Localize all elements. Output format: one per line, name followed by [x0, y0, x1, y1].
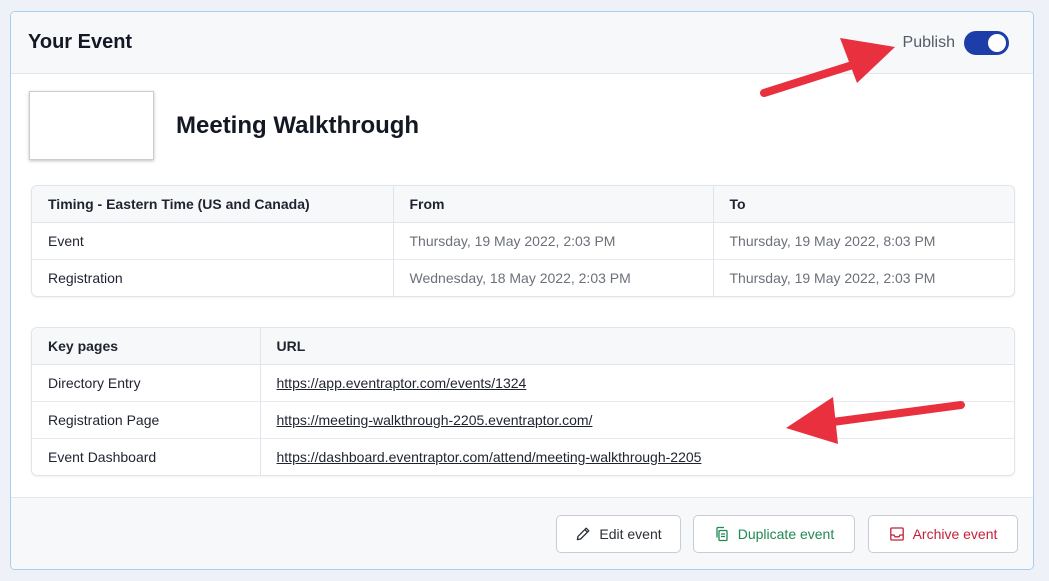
- card-title: Your Event: [28, 31, 133, 53]
- timing-col-header: Timing - Eastern Time (US and Canada): [32, 186, 393, 223]
- timing-header-row: Timing - Eastern Time (US and Canada) Fr…: [32, 186, 1014, 223]
- key-page-url-cell: https://dashboard.eventraptor.com/attend…: [259, 437, 1014, 475]
- event-thumbnail[interactable]: [29, 91, 154, 160]
- publish-control: Publish: [902, 30, 1009, 55]
- to-col-header: To: [712, 186, 1014, 223]
- timing-from-value: Thursday, 19 May 2022, 2:03 PM: [392, 222, 713, 259]
- pencil-icon: [575, 526, 591, 542]
- key-pages-header-row: Key pages URL: [32, 328, 1014, 365]
- edit-event-label: Edit event: [599, 526, 662, 542]
- timing-table: Timing - Eastern Time (US and Canada) Fr…: [31, 185, 1015, 297]
- archive-event-label: Archive event: [912, 526, 998, 542]
- timing-to-value: Thursday, 19 May 2022, 2:03 PM: [712, 258, 1014, 296]
- directory-entry-link[interactable]: https://app.eventraptor.com/events/1324: [277, 375, 527, 391]
- timing-from-value: Wednesday, 18 May 2022, 2:03 PM: [392, 258, 713, 296]
- timing-to-value: Thursday, 19 May 2022, 8:03 PM: [712, 222, 1014, 259]
- table-row: Directory Entry https://app.eventraptor.…: [32, 364, 1014, 401]
- registration-page-link[interactable]: https://meeting-walkthrough-2205.eventra…: [277, 412, 593, 428]
- publish-label: Publish: [902, 33, 955, 51]
- key-page-label: Registration Page: [32, 400, 260, 438]
- card-footer: Edit event Duplicate event Archive event: [11, 497, 1033, 569]
- timing-row-label: Event: [48, 232, 84, 249]
- archive-icon: [889, 526, 905, 542]
- table-row: Event Dashboard https://dashboard.eventr…: [32, 437, 1014, 475]
- key-page-url-cell: https://app.eventraptor.com/events/1324: [259, 364, 1014, 401]
- duplicate-event-label: Duplicate event: [737, 526, 835, 542]
- event-heading: Meeting Walkthrough: [29, 91, 419, 160]
- key-page-label: Directory Entry: [48, 374, 141, 391]
- table-row: Registration Wednesday, 18 May 2022, 2:0…: [32, 258, 1014, 296]
- card-header: Your Event Publish: [11, 12, 1033, 74]
- publish-toggle[interactable]: [964, 30, 1009, 55]
- archive-event-button[interactable]: Archive event: [868, 515, 1018, 553]
- url-col-header: URL: [259, 328, 1014, 365]
- table-row: Registration Page https://meeting-walkth…: [32, 400, 1014, 438]
- event-card: Your Event Publish Meeting Walkthrough T…: [10, 11, 1034, 570]
- key-page-label: Event Dashboard: [32, 437, 260, 475]
- duplicate-event-button[interactable]: Duplicate event: [693, 515, 855, 553]
- from-col-header: From: [392, 186, 713, 223]
- timing-row-label: Registration: [32, 258, 393, 296]
- table-row: Event Thursday, 19 May 2022, 2:03 PM Thu…: [32, 222, 1014, 259]
- toggle-knob: [988, 33, 1006, 52]
- key-pages-col-header: Key pages: [32, 328, 260, 365]
- event-dashboard-link[interactable]: https://dashboard.eventraptor.com/attend…: [277, 449, 702, 465]
- event-title: Meeting Walkthrough: [176, 111, 420, 139]
- key-page-url-cell: https://meeting-walkthrough-2205.eventra…: [259, 400, 1014, 438]
- copy-icon: [714, 526, 730, 542]
- key-pages-table: Key pages URL Directory Entry https://ap…: [31, 327, 1015, 476]
- edit-event-button[interactable]: Edit event: [556, 515, 681, 553]
